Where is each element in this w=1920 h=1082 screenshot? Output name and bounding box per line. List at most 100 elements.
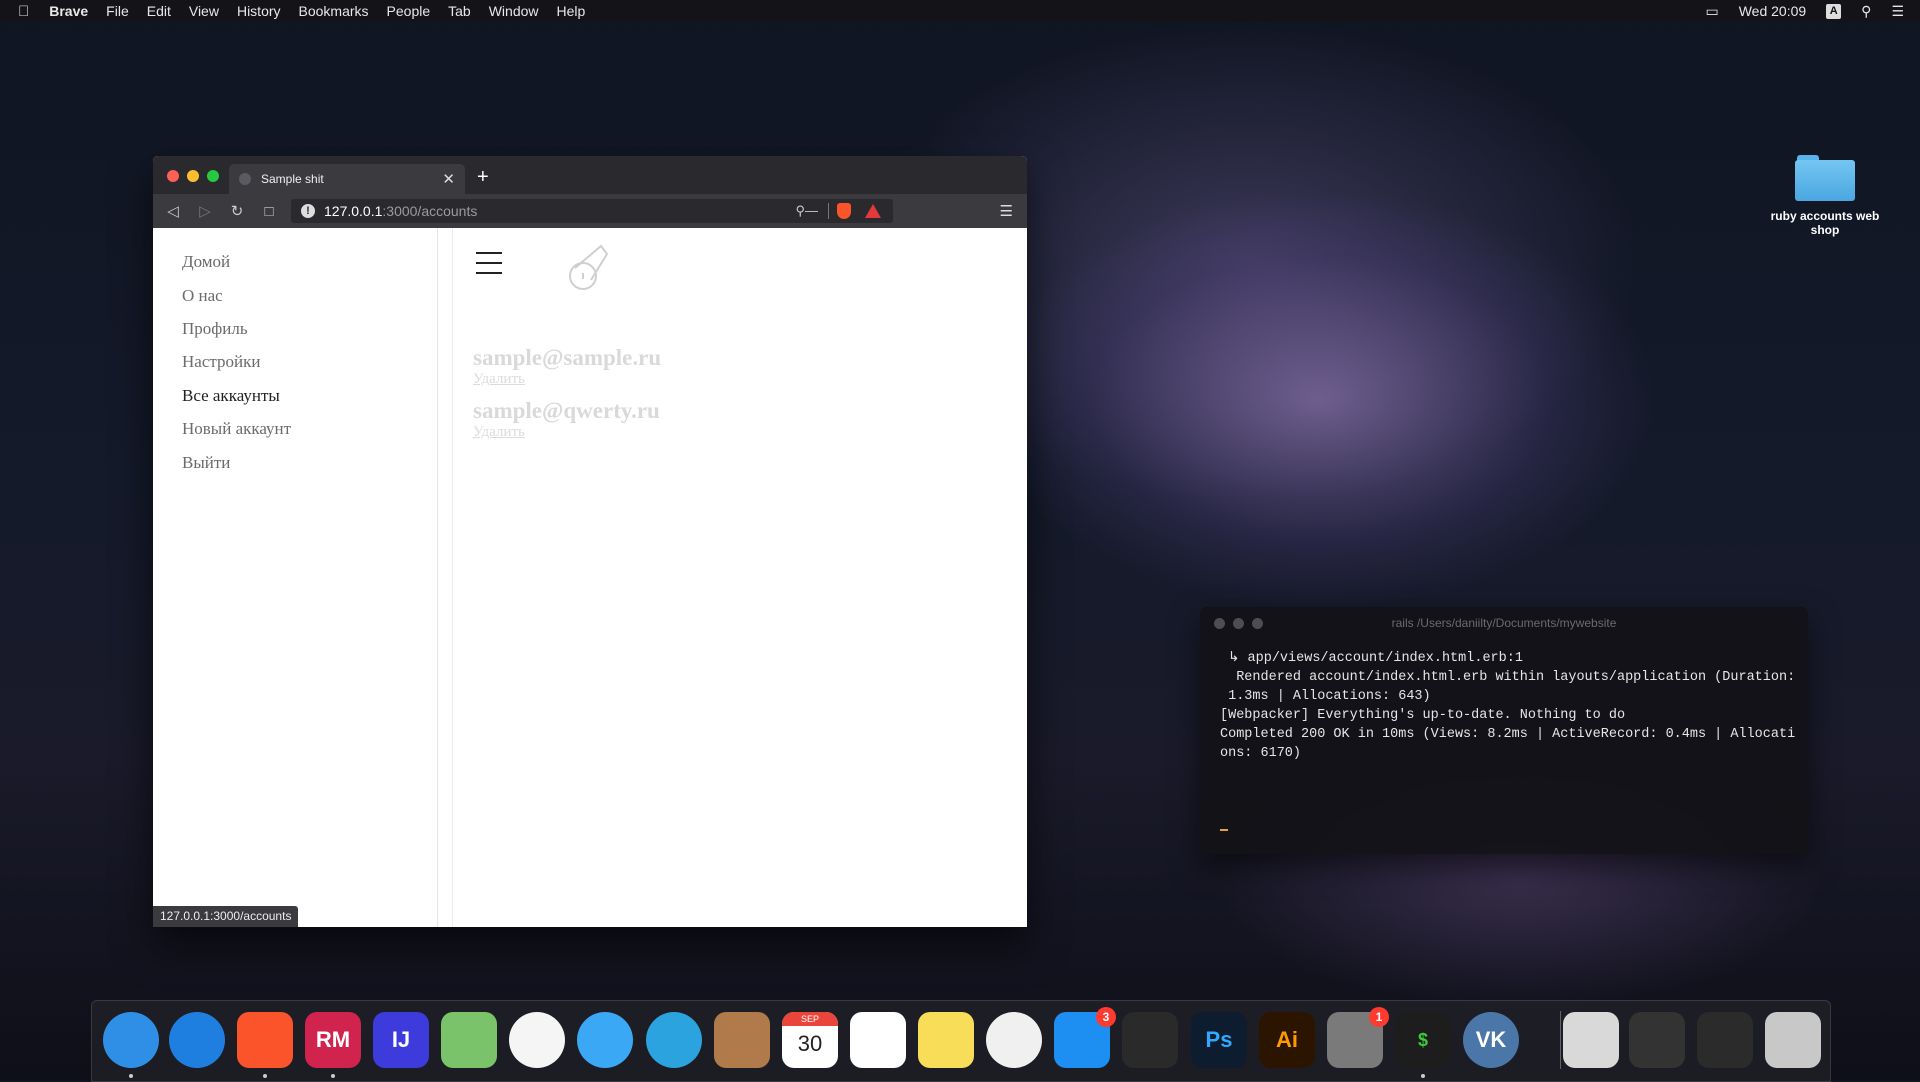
site-info-icon[interactable]: ! (301, 204, 315, 218)
terminal-line: Completed 200 OK in 10ms (Views: 8.2ms |… (1220, 727, 1796, 742)
terminal-line: 1.3ms | Allocations: 643) (1220, 689, 1431, 704)
terminal-close-button[interactable] (1214, 618, 1225, 629)
safari-icon[interactable] (169, 1012, 225, 1068)
browser-menu-icon[interactable]: ☰ (1000, 202, 1013, 220)
address-bar[interactable]: ! 127.0.0.1:3000/accounts ⚲— (291, 199, 893, 223)
desktop-folder[interactable]: ruby accounts web shop (1770, 155, 1880, 237)
menu-people[interactable]: People (387, 3, 431, 19)
finalcut-icon[interactable] (1122, 1012, 1178, 1068)
dock: RM IJ 30 SEP 3 Ps Ai 1 $ VK (91, 1000, 1831, 1082)
bookmark-icon[interactable]: □ (253, 203, 285, 220)
brave-icon[interactable] (237, 1012, 293, 1068)
site-sidebar: Домой О нас Профиль Настройки Все аккаун… (153, 228, 438, 927)
url-path: :3000/accounts (382, 203, 478, 219)
tab-favicon-icon (239, 173, 251, 185)
spotlight-search-icon[interactable]: ⚲ (1861, 3, 1871, 20)
photos-icon[interactable] (509, 1012, 565, 1068)
rubymine-window-thumb-icon[interactable] (1697, 1012, 1753, 1068)
apple-menu-icon[interactable]:  (18, 3, 29, 20)
terminal-line: [Webpacker] Everything's up-to-date. Not… (1220, 708, 1626, 723)
vk-icon[interactable]: VK (1463, 1012, 1519, 1068)
menu-app-name[interactable]: Brave (49, 3, 88, 19)
back-icon[interactable]: ◁ (157, 202, 189, 220)
terminal-icon[interactable]: $ (1395, 1012, 1451, 1068)
account-email: sample@sample.ru (473, 345, 662, 370)
terminal-zoom-button[interactable] (1252, 618, 1263, 629)
menu-view[interactable]: View (189, 3, 219, 19)
tab-close-icon[interactable]: ✕ (442, 170, 455, 188)
delete-account-link[interactable]: Удалить (473, 424, 525, 441)
folder-icon (1795, 155, 1855, 201)
nav-home-link[interactable]: Домой (182, 252, 230, 272)
menu-bar:  Brave File Edit View History Bookmarks… (0, 0, 1920, 22)
menu-history[interactable]: History (237, 3, 281, 19)
downloads-icon[interactable] (1563, 1012, 1619, 1068)
close-window-button[interactable] (167, 170, 179, 182)
browser-tab[interactable]: Sample shit ✕ (229, 164, 465, 194)
clock[interactable]: Wed 20:09 (1739, 3, 1806, 19)
menu-bookmarks[interactable]: Bookmarks (299, 3, 369, 19)
nav-logout-link[interactable]: Выйти (182, 453, 230, 473)
nav-about-link[interactable]: О нас (182, 286, 223, 306)
terminal-line: ↳ app/views/account/index.html.erb:1 (1220, 651, 1523, 666)
input-source-icon[interactable]: A (1826, 3, 1842, 19)
desktop-folder-label: ruby accounts web shop (1770, 209, 1880, 237)
itunes-icon[interactable] (986, 1012, 1042, 1068)
browser-window: Sample shit ✕ + ◁ ▷ ↻ □ ! 127.0.0.1:3000… (153, 156, 1027, 927)
notification-badge: 3 (1096, 1007, 1116, 1027)
reload-icon[interactable]: ↻ (221, 202, 253, 220)
messages-icon[interactable] (577, 1012, 633, 1068)
terminal-minimize-button[interactable] (1233, 618, 1244, 629)
menu-help[interactable]: Help (557, 3, 586, 19)
notes-icon[interactable] (918, 1012, 974, 1068)
delete-account-link[interactable]: Удалить (473, 371, 525, 388)
nav-profile-link[interactable]: Профиль (182, 319, 248, 339)
menu-tab[interactable]: Tab (448, 3, 471, 19)
tab-bar: Sample shit ✕ + (153, 156, 1027, 194)
menu-window[interactable]: Window (489, 3, 539, 19)
terminal-title: rails /Users/daniilty/Documents/mywebsit… (1391, 616, 1617, 630)
hamburger-menu-icon[interactable] (476, 252, 502, 282)
browser-toolbar: ◁ ▷ ↻ □ ! 127.0.0.1:3000/accounts ⚲— ☰ (153, 194, 1027, 228)
running-indicator (331, 1074, 335, 1078)
tab-title: Sample shit (261, 172, 324, 186)
account-email: sample@qwerty.ru (473, 398, 660, 423)
nav-all-accounts-link[interactable]: Все аккаунты (182, 386, 280, 406)
key-icon[interactable]: ⚲— (795, 203, 818, 219)
nav-new-account-link[interactable]: Новый аккаунт (182, 419, 291, 439)
airplay-icon[interactable]: ▭ (1705, 3, 1718, 20)
calendar-month-label: SEP (782, 1012, 838, 1026)
site-logo-icon (569, 244, 609, 290)
zoom-window-button[interactable] (207, 170, 219, 182)
nav-settings-link[interactable]: Настройки (182, 352, 260, 372)
calendar-icon[interactable]: 30 SEP (782, 1012, 838, 1068)
status-bar-url: 127.0.0.1:3000/accounts (153, 906, 299, 927)
reminders-icon[interactable] (850, 1012, 906, 1068)
url-host: 127.0.0.1 (324, 203, 383, 219)
terminal-window[interactable]: rails /Users/daniilty/Documents/mywebsit… (1200, 607, 1808, 854)
new-tab-button[interactable]: + (477, 166, 489, 189)
terminal-title-bar: rails /Users/daniilty/Documents/mywebsit… (1200, 607, 1808, 639)
window-thumb-icon[interactable] (1629, 1012, 1685, 1068)
brave-rewards-icon[interactable] (865, 204, 881, 218)
maps-icon[interactable] (441, 1012, 497, 1068)
minimize-window-button[interactable] (187, 170, 199, 182)
rubymine-icon[interactable]: RM (305, 1012, 361, 1068)
running-indicator (1421, 1074, 1425, 1078)
menu-file[interactable]: File (106, 3, 129, 19)
terminal-cursor (1220, 829, 1228, 831)
notification-center-icon[interactable]: ☰ (1891, 3, 1904, 20)
web-page: Домой О нас Профиль Настройки Все аккаун… (153, 228, 1027, 927)
trash-icon[interactable] (1765, 1012, 1821, 1068)
menu-edit[interactable]: Edit (147, 3, 171, 19)
telegram-icon[interactable] (646, 1012, 702, 1068)
contacts-icon[interactable] (714, 1012, 770, 1068)
brave-shields-icon[interactable] (837, 203, 851, 219)
finder-icon[interactable] (103, 1012, 159, 1068)
terminal-line: Rendered account/index.html.erb within l… (1220, 670, 1796, 685)
terminal-output: ↳ app/views/account/index.html.erb:1 Ren… (1200, 639, 1808, 763)
photoshop-icon[interactable]: Ps (1191, 1012, 1247, 1068)
illustrator-icon[interactable]: Ai (1259, 1012, 1315, 1068)
intellij-icon[interactable]: IJ (373, 1012, 429, 1068)
forward-icon[interactable]: ▷ (189, 202, 221, 220)
